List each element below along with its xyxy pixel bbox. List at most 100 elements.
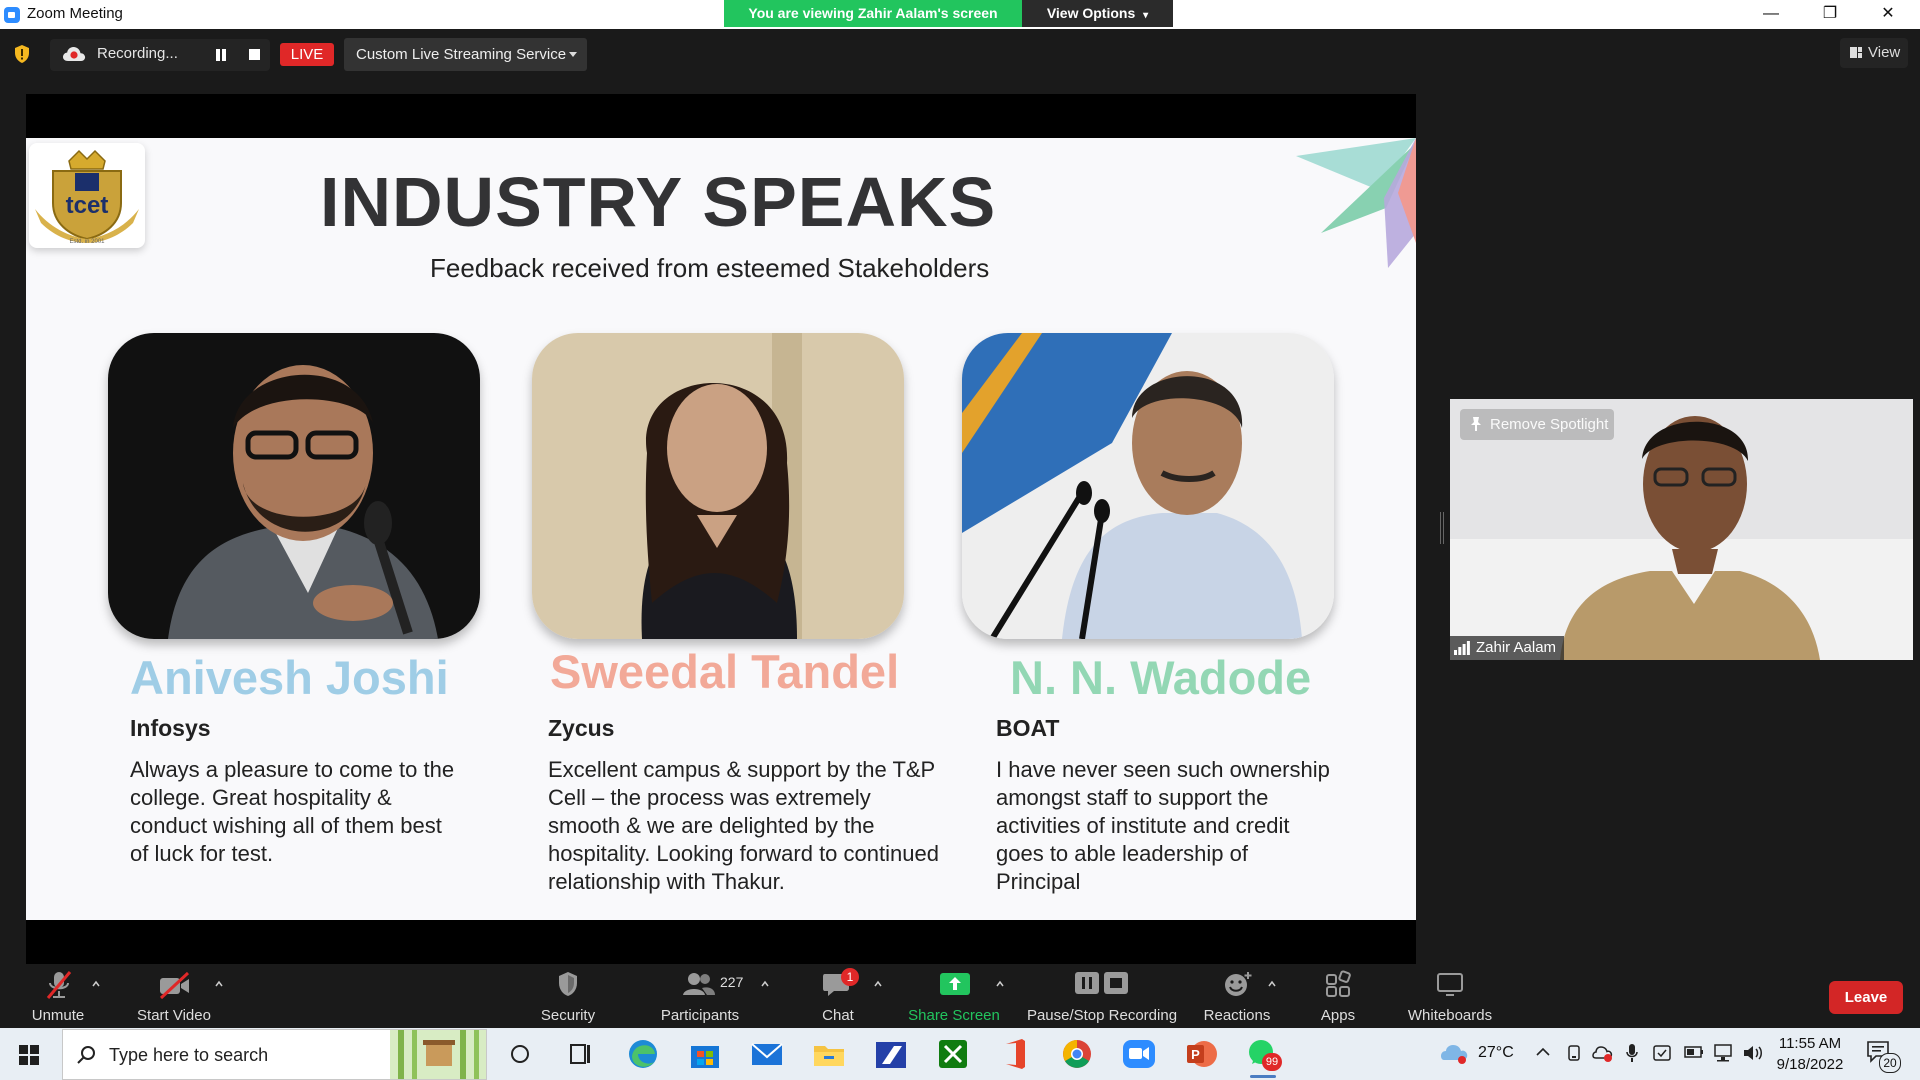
notification-center-shield-icon[interactable] xyxy=(1652,1043,1672,1063)
weather-icon[interactable] xyxy=(1438,1042,1472,1066)
participants-options-caret-icon[interactable] xyxy=(761,980,769,988)
notifications-count: 20 xyxy=(1879,1053,1901,1073)
share-options-caret-icon[interactable] xyxy=(996,980,1004,988)
security-label: Security xyxy=(540,1007,596,1024)
participants-count: 227 xyxy=(720,974,744,990)
reactions-options-caret-icon[interactable] xyxy=(1268,980,1276,988)
slide-title: INDUSTRY SPEAKS xyxy=(320,163,997,241)
live-badge[interactable]: LIVE xyxy=(280,43,334,66)
speaker-name-2: Sweedal Tandel xyxy=(550,645,900,698)
share-screen-label: Share Screen xyxy=(908,1007,1000,1024)
participant-name: Zahir Aalam xyxy=(1476,639,1557,656)
pause-stop-recording-button[interactable]: Pause/Stop Recording xyxy=(1024,964,1180,1028)
speaker-feedback-2: Excellent campus & support by the T&P Ce… xyxy=(548,757,939,894)
unmute-label: Unmute xyxy=(31,1007,85,1024)
microphone-tray-icon[interactable] xyxy=(1626,1043,1638,1063)
leave-meeting-button[interactable]: Leave xyxy=(1829,981,1903,1014)
remove-spotlight-button[interactable]: Remove Spotlight xyxy=(1460,409,1614,440)
speaker-company-3: BOAT xyxy=(996,715,1060,741)
remove-spotlight-label: Remove Spotlight xyxy=(1490,416,1609,433)
clock-date: 9/18/2022 xyxy=(1776,1056,1844,1073)
view-layout-button[interactable]: View xyxy=(1840,38,1908,68)
system-clock[interactable]: 11:55 AM 9/18/2022 xyxy=(1770,1033,1850,1075)
reactions-button[interactable]: Reactions xyxy=(1197,964,1277,1028)
battery-icon[interactable] xyxy=(1684,1046,1704,1058)
svg-text:P: P xyxy=(1191,1047,1200,1062)
taskbar-search-box[interactable]: Type here to search xyxy=(62,1029,487,1080)
apps-icon xyxy=(1326,970,1351,997)
tcet-logo-caption: Estd. in 2001 xyxy=(69,239,105,245)
pin-icon xyxy=(1471,417,1481,431)
spotlight-video-tile[interactable]: Remove Spotlight Zahir Aalam xyxy=(1450,399,1913,660)
microsoft-store-icon[interactable] xyxy=(682,1034,728,1074)
mail-icon[interactable] xyxy=(744,1034,790,1074)
shield-icon[interactable] xyxy=(13,44,31,64)
whiteboards-button[interactable]: Whiteboards xyxy=(1400,964,1500,1028)
view-label: View xyxy=(1868,44,1901,61)
zoom-taskbar-icon[interactable] xyxy=(1116,1034,1162,1074)
edge-browser-icon[interactable] xyxy=(620,1034,666,1074)
audio-options-caret-icon[interactable] xyxy=(92,980,100,988)
zoom-app-icon xyxy=(4,7,20,23)
layout-icon xyxy=(1850,47,1862,58)
xbox-icon[interactable] xyxy=(930,1034,976,1074)
view-options-button[interactable]: View Options ▾ xyxy=(1022,0,1173,27)
minimize-button[interactable]: — xyxy=(1741,0,1801,29)
search-placeholder: Type here to search xyxy=(109,1045,269,1065)
show-hidden-icons-icon[interactable] xyxy=(1536,1047,1550,1057)
pause-recording-icon[interactable] xyxy=(215,49,227,61)
chat-label: Chat xyxy=(822,1007,854,1024)
viewing-screen-banner: You are viewing Zahir Aalam's screen xyxy=(724,0,1022,27)
speaker-photo-1 xyxy=(108,333,480,639)
participants-icon xyxy=(683,973,715,995)
slide-subtitle: Feedback received from esteemed Stakehol… xyxy=(430,253,990,283)
whatsapp-unread-badge: 99 xyxy=(1262,1053,1282,1071)
unmute-button[interactable]: Unmute xyxy=(18,964,98,1028)
restore-button[interactable]: ❐ xyxy=(1800,0,1860,29)
task-view-icon[interactable] xyxy=(557,1034,603,1074)
share-screen-icon xyxy=(940,973,970,995)
window-title: Zoom Meeting xyxy=(27,5,123,22)
stream-service-label: Custom Live Streaming Service xyxy=(356,46,567,63)
whiteboard-icon xyxy=(1437,973,1463,996)
chat-button[interactable]: 1 Chat xyxy=(800,964,876,1028)
volume-icon[interactable] xyxy=(1742,1043,1764,1063)
cloud-recording-icon xyxy=(63,47,86,61)
speaker-company-1: Infosys xyxy=(130,715,211,741)
stop-recording-icon[interactable] xyxy=(249,49,260,60)
device-tray-icon[interactable] xyxy=(1566,1044,1582,1062)
security-button[interactable]: Security xyxy=(528,964,608,1028)
caret-down-icon xyxy=(569,52,577,57)
share-screen-button[interactable]: Share Screen xyxy=(904,964,1004,1028)
security-shield-icon xyxy=(559,972,577,996)
start-video-button[interactable]: Start Video xyxy=(128,964,220,1028)
live-stream-service-dropdown[interactable]: Custom Live Streaming Service xyxy=(344,38,587,71)
whatsapp-icon[interactable]: 99 xyxy=(1240,1034,1286,1078)
view-options-label: View Options xyxy=(1046,5,1136,21)
apps-button[interactable]: Apps xyxy=(1298,964,1378,1028)
close-button[interactable]: ✕ xyxy=(1858,0,1918,29)
tcet-logo: tcet Estd. in 2001 xyxy=(29,143,145,248)
speaker-name-3: N. N. Wadode xyxy=(1010,651,1312,704)
participants-button[interactable]: 227 Participants xyxy=(650,964,750,1028)
clock-time: 11:55 AM xyxy=(1778,1035,1842,1052)
windows-start-icon[interactable] xyxy=(19,1045,39,1065)
video-off-icon xyxy=(159,971,190,1000)
network-icon[interactable] xyxy=(1712,1043,1734,1063)
chat-options-caret-icon[interactable] xyxy=(874,980,882,988)
meeting-toolbar: Unmute Start Video Security 227 Particip… xyxy=(0,964,1920,1028)
video-options-caret-icon[interactable] xyxy=(215,980,223,988)
split-drag-handle[interactable] xyxy=(1440,512,1444,544)
file-explorer-icon[interactable] xyxy=(806,1034,852,1074)
cortana-icon[interactable] xyxy=(497,1034,543,1074)
notifications-button[interactable]: 20 xyxy=(1866,1040,1901,1073)
corner-decoration xyxy=(1296,138,1416,268)
chrome-icon[interactable] xyxy=(1054,1034,1100,1074)
cloud-sync-icon[interactable] xyxy=(1592,1044,1614,1062)
office-icon[interactable] xyxy=(992,1034,1038,1074)
pen-app-icon[interactable] xyxy=(868,1034,914,1074)
speaker-name-1: Anivesh Joshi xyxy=(130,651,449,704)
windows-taskbar: Type here to search P 99 27°C 11:55 AM 9… xyxy=(0,1028,1920,1080)
speaker-feedback-1: Always a pleasure to come to the college… xyxy=(130,757,455,866)
powerpoint-icon[interactable]: P xyxy=(1178,1034,1224,1074)
